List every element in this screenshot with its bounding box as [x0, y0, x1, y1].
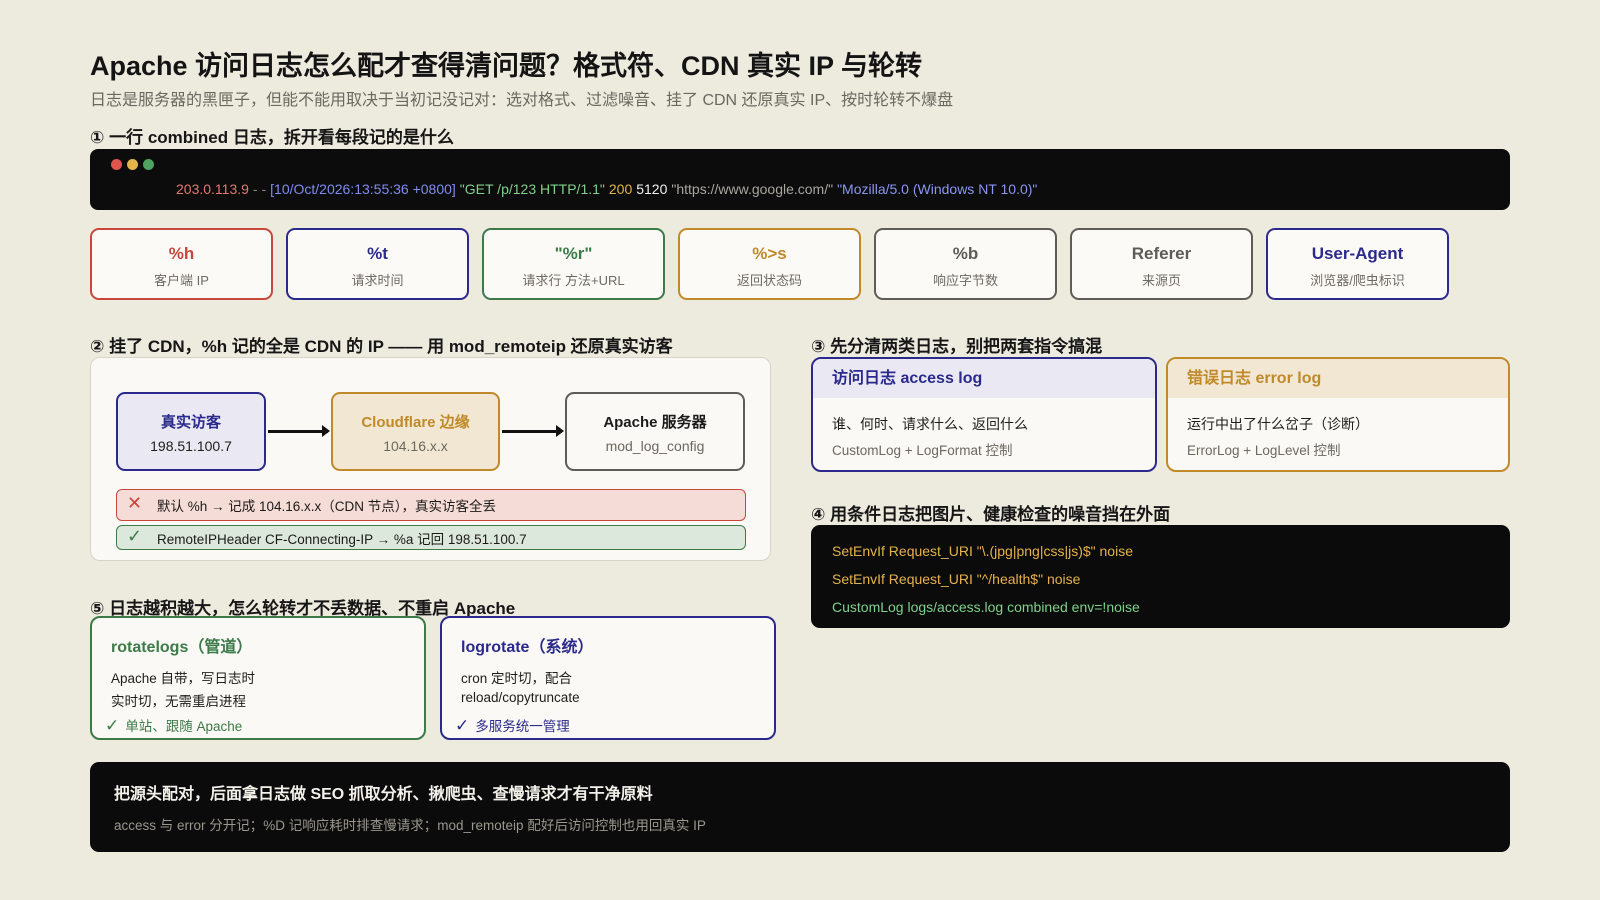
chip-desc: 请求行 方法+URL [522, 273, 625, 288]
node-sub: mod_log_config [605, 438, 705, 454]
code-line: SetEnvIf Request_URI "\.(jpg|png|css|js)… [832, 543, 1133, 559]
card-line2: 实时切，无需重启进程 [111, 694, 246, 709]
node-sub: 198.51.100.7 [150, 438, 232, 454]
chip-key: %>s [752, 244, 787, 263]
node-sub: 104.16.x.x [383, 438, 448, 454]
page-subtitle: 日志是服务器的黑匣子，但能不能用取决于当初记没记对：选对格式、过滤噪音、挂了 C… [90, 92, 954, 109]
card-line2: ErrorLog + LogLevel 控制 [1187, 443, 1341, 458]
section4-heading: ④ 用条件日志把图片、健康检查的噪音挡在外面 [811, 505, 1171, 524]
format-chip: User-Agent 浏览器/爬虫标识 [1266, 228, 1449, 300]
card-footer-text: 多服务统一管理 [475, 719, 570, 734]
card-line1: 运行中出了什么岔子（诊断） [1187, 416, 1369, 432]
node-cdn-edge: Cloudflare 边缘 104.16.x.x [331, 392, 500, 471]
page-title: Apache 访问日志怎么配才查得清问题？格式符、CDN 真实 IP 与轮转 [90, 51, 923, 81]
chip-key: %b [952, 244, 979, 263]
logrotate-card: logrotate（系统） cron 定时切，配合 reload/copytru… [440, 616, 776, 740]
log-segment: "https://www.google.com/" [671, 181, 834, 197]
code-line: SetEnvIf Request_URI "^/health$" noise [832, 571, 1081, 587]
cdn-panel: 真实访客 198.51.100.7 Cloudflare 边缘 104.16.x… [90, 357, 771, 561]
card-title: logrotate（系统） [461, 639, 594, 656]
card-line1: Apache 自带，写日志时 [111, 671, 256, 686]
chip-key: Referer [1131, 244, 1192, 263]
format-chip: %b 响应字节数 [874, 228, 1057, 300]
log-segment: 203.0.113.9 [176, 181, 249, 197]
footer-headline: 把源头配对，后面拿日志做 SEO 抓取分析、揪爬虫、查慢请求才有干净原料 [114, 786, 653, 803]
log-segment: "GET /p/123 HTTP/1.1" [459, 181, 605, 197]
chip-key: "%r" [554, 244, 593, 263]
noise-filter-code: SetEnvIf Request_URI "\.(jpg|png|css|js)… [811, 525, 1510, 628]
chip-desc: 浏览器/爬虫标识 [1310, 273, 1405, 288]
chip-key: User-Agent [1311, 244, 1404, 263]
card-line2: reload/copytruncate [461, 690, 580, 705]
log-line: 203.0.113.9- - [10/Oct/2026:13:55:36 +080… [176, 181, 1041, 197]
chip-desc: 响应字节数 [932, 273, 998, 288]
check-icon: ✓ [127, 526, 143, 546]
cross-icon: ✕ [127, 493, 143, 513]
maximize-dot-icon [143, 159, 154, 170]
chip-key: %t [367, 244, 388, 263]
node-name: 真实访客 [160, 414, 221, 431]
node-name: Cloudflare 边缘 [361, 414, 470, 431]
footer-detail: access 与 error 分开记；%D 记响应耗时排查慢请求；mod_rem… [114, 818, 706, 833]
format-chip: Referer 来源页 [1070, 228, 1253, 300]
chip-desc: 客户端 IP [154, 273, 209, 288]
minimize-dot-icon [127, 159, 138, 170]
section2-heading: ② 挂了 CDN，%h 记的全是 CDN 的 IP —— 用 mod_remot… [90, 337, 673, 356]
good-text: RemoteIPHeader CF-Connecting-IP → %a 记回 … [157, 531, 527, 547]
log-segment: - - [252, 181, 267, 197]
node-apache: Apache 服务器 mod_log_config [565, 392, 745, 471]
card-line1: cron 定时切，配合 [461, 671, 573, 686]
node-real-visitor: 真实访客 198.51.100.7 [116, 392, 266, 471]
log-segment: 5120 [636, 181, 668, 197]
card-line2: CustomLog + LogFormat 控制 [832, 443, 1013, 458]
card-footer: ✓ 单站、跟随 Apache [105, 715, 242, 736]
card-title: 访问日志 access log [813, 359, 1155, 398]
chip-desc: 返回状态码 [736, 273, 802, 288]
card-footer-text: 单站、跟随 Apache [125, 719, 243, 734]
bad-default-bar: ✕ 默认 %h → 记成 104.16.x.x（CDN 节点），真实访客全丢 [116, 489, 746, 521]
log-segment: "Mozilla/5.0 (Windows NT 10.0)" [837, 181, 1038, 197]
card-title: 错误日志 error log [1168, 359, 1508, 398]
chip-desc: 请求时间 [351, 273, 404, 288]
format-chip: %>s 返回状态码 [678, 228, 861, 300]
check-icon: ✓ [455, 716, 470, 735]
card-line1: 谁、何时、请求什么、返回什么 [832, 416, 1028, 432]
rotatelogs-card: rotatelogs（管道） Apache 自带，写日志时 实时切，无需重启进程… [90, 616, 426, 740]
section1-heading: ① 一行 combined 日志，拆开看每段记的是什么 [90, 128, 454, 147]
summary-footer: 把源头配对，后面拿日志做 SEO 抓取分析、揪爬虫、查慢请求才有干净原料 acc… [90, 762, 1510, 852]
section3-heading: ③ 先分清两类日志，别把两套指令搞混 [811, 337, 1103, 356]
log-segment: [10/Oct/2026:13:55:36 +0800] [270, 181, 456, 197]
code-line: CustomLog logs/access.log combined env=!… [832, 599, 1140, 615]
card-title: rotatelogs（管道） [111, 639, 253, 656]
chip-key: %h [168, 244, 195, 263]
card-footer: ✓ 多服务统一管理 [455, 715, 570, 736]
bad-text: 默认 %h → 记成 104.16.x.x（CDN 节点），真实访客全丢 [157, 499, 497, 514]
close-dot-icon [111, 159, 122, 170]
node-name: Apache 服务器 [603, 414, 707, 431]
format-chip: %t 请求时间 [286, 228, 469, 300]
arrow-2 [502, 425, 564, 437]
error-log-card: 错误日志 error log 运行中出了什么岔子（诊断） ErrorLog + … [1166, 357, 1510, 472]
log-terminal: 203.0.113.9- - [10/Oct/2026:13:55:36 +080… [90, 149, 1510, 210]
chip-desc: 来源页 [1141, 273, 1181, 288]
check-icon: ✓ [105, 716, 120, 735]
access-log-card: 访问日志 access log 谁、何时、请求什么、返回什么 CustomLog… [811, 357, 1157, 472]
log-segment: 200 [608, 181, 633, 197]
arrow-1 [268, 425, 330, 437]
format-chip: %h 客户端 IP [90, 228, 273, 300]
good-remoteip-bar: ✓ RemoteIPHeader CF-Connecting-IP → %a 记… [116, 525, 746, 550]
format-chip: "%r" 请求行 方法+URL [482, 228, 665, 300]
